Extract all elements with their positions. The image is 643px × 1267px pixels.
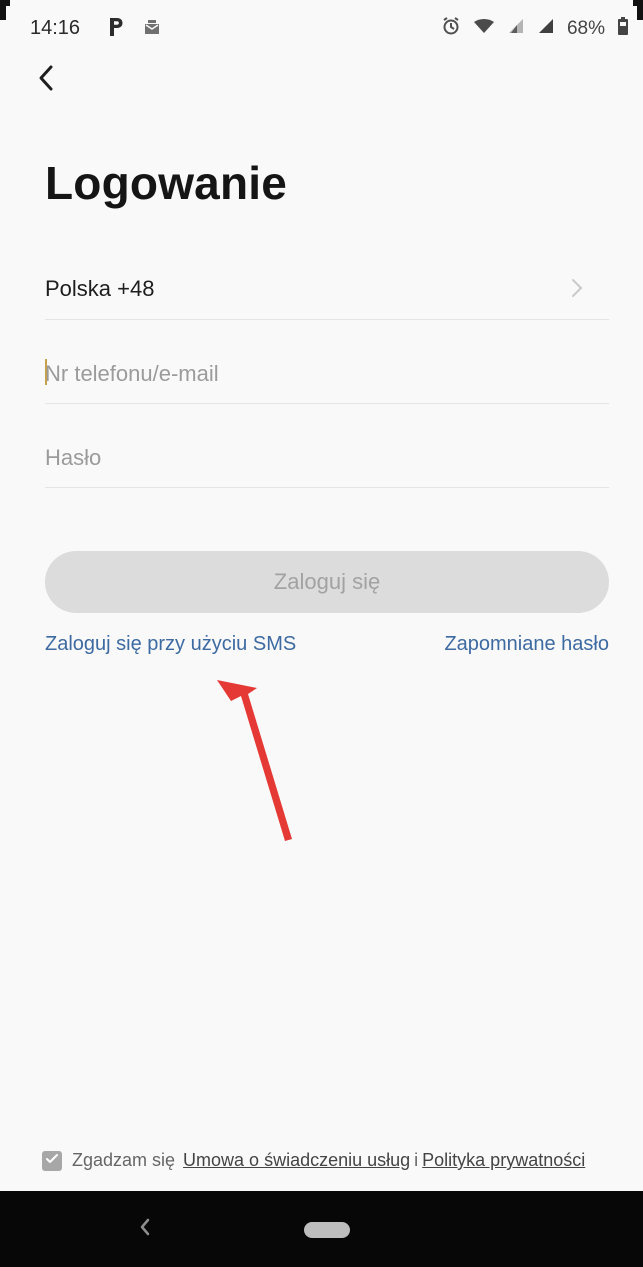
back-button[interactable]	[28, 58, 64, 102]
red-arrow-icon	[200, 668, 300, 848]
nav-back-button[interactable]	[137, 1215, 153, 1244]
sms-login-link[interactable]: Zaloguj się przy użyciu SMS	[45, 633, 296, 656]
terms-checkbox[interactable]	[42, 1150, 62, 1171]
chevron-left-icon	[37, 64, 55, 97]
terms-conjunction: i	[414, 1150, 419, 1170]
signal-icon	[507, 17, 525, 40]
password-input[interactable]	[45, 440, 609, 476]
wifi-icon	[473, 17, 495, 40]
country-selector[interactable]: Polska +48	[45, 236, 609, 320]
check-icon	[45, 1150, 59, 1171]
forgot-password-link[interactable]: Zapomniane hasło	[444, 633, 609, 656]
status-left-icons	[108, 17, 162, 42]
login-button[interactable]: Zaloguj się	[45, 551, 609, 613]
signal-icon	[537, 17, 555, 40]
mail-icon	[142, 18, 162, 41]
terms-agreement: Zgadzam się Umowa o świadczeniu usług i …	[42, 1150, 585, 1171]
status-bar: 14:16 68%	[0, 0, 643, 56]
status-corner-right	[633, 0, 643, 20]
status-corner-left	[0, 0, 10, 20]
terms-prefix: Zgadzam się	[72, 1150, 176, 1170]
page-title: Logowanie	[45, 157, 288, 209]
country-label: Polska +48	[45, 276, 155, 301]
phone-email-field	[45, 320, 609, 404]
alarm-icon	[441, 16, 461, 41]
p-icon	[108, 17, 124, 42]
auth-links-row: Zaloguj się przy użyciu SMS Zapomniane h…	[45, 633, 609, 656]
password-field	[45, 404, 609, 488]
service-agreement-link[interactable]: Umowa o świadczeniu usług	[183, 1150, 410, 1171]
chevron-left-icon	[137, 1218, 153, 1243]
status-time: 14:16	[30, 17, 81, 39]
status-right-icons: 68%	[441, 16, 629, 41]
system-navigation-bar	[0, 1191, 643, 1267]
phone-email-input[interactable]	[45, 356, 609, 392]
battery-icon	[617, 16, 629, 41]
home-pill-icon[interactable]	[304, 1222, 350, 1238]
chevron-right-icon	[571, 278, 583, 303]
battery-percentage: 68%	[566, 17, 605, 39]
privacy-policy-link[interactable]: Polityka prywatności	[422, 1150, 585, 1171]
